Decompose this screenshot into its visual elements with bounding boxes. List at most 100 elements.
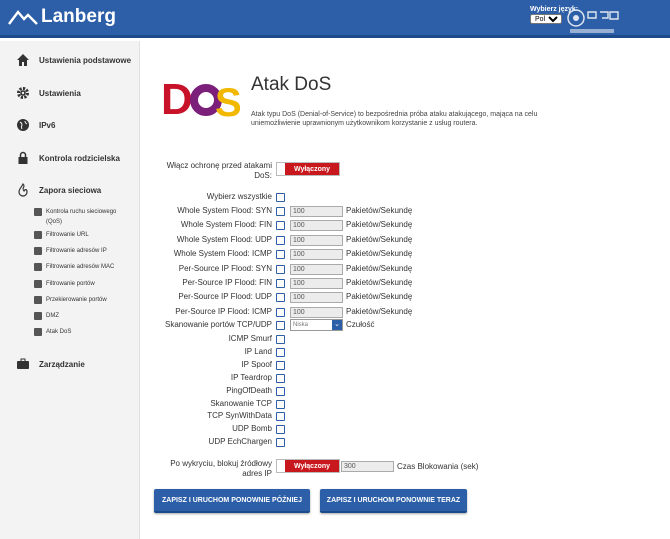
monitor-icon: [34, 247, 42, 255]
server-icon: [34, 312, 42, 320]
flood-checkbox[interactable]: [276, 235, 285, 245]
flood-checkbox[interactable]: [276, 207, 285, 216]
enable-label: Włącz ochronę przed atakami DoS:: [166, 161, 272, 180]
attack-type-checkbox[interactable]: [276, 412, 285, 422]
attack-type-label: ICMP Smurf: [228, 334, 272, 343]
attack-type-label: IP Land: [244, 346, 272, 356]
dos-protection-toggle[interactable]: Wyłączony: [276, 162, 340, 176]
attack-type-checkbox[interactable]: [276, 425, 285, 435]
lock-icon: [15, 150, 31, 166]
sidebar-item-firewall[interactable]: Zapora sieciowa: [15, 182, 101, 198]
attack-type-label: Skanowanie TCP: [210, 398, 272, 408]
flood-label: Whole System Flood: UDP: [176, 234, 272, 244]
brand-logo[interactable]: Lanberg: [8, 6, 116, 28]
page-description: Atak typu DoS (Denial-of-Service) to bez…: [251, 111, 538, 127]
select-all-checkbox[interactable]: [276, 193, 285, 202]
flood-unit-label: Pakietów/Sekundę: [346, 249, 413, 259]
briefcase-icon: [15, 356, 31, 372]
home-icon: [15, 52, 31, 68]
flood-rate-input[interactable]: 100: [290, 234, 343, 246]
svg-text:D: D: [161, 75, 193, 122]
sidebar-subitem-mac-filter[interactable]: Filtrowanie adresów MAC: [34, 262, 114, 272]
sidebar-subitem-label: Przekierowanie portów: [46, 297, 107, 303]
pcpro-watermark-icon: [567, 9, 619, 33]
flood-checkbox[interactable]: [276, 250, 285, 260]
flood-label: Per-Source IP Flood: UDP: [178, 292, 272, 302]
sidebar-subitem-url[interactable]: Filtrowanie URL: [34, 230, 89, 240]
block-ip-label: Po wykryciu, blokuj źródłowy adres IP: [170, 459, 272, 478]
sidebar-subitem-port-forward[interactable]: Przekierowanie portów: [34, 295, 107, 305]
flood-unit-label: Pakietów/Sekundę: [346, 220, 413, 230]
flood-label: Per-Source IP Flood: ICMP: [175, 306, 272, 316]
flood-checkbox[interactable]: [276, 264, 285, 274]
portscan-label: Skanowanie portów TCP/UDP: [164, 320, 272, 329]
traffic-icon: [34, 208, 42, 216]
flood-rate-input[interactable]: 100: [290, 220, 343, 232]
flood-checkbox[interactable]: [276, 221, 285, 231]
flood-label: Per-Source IP Flood: FIN: [182, 278, 272, 287]
sidebar-item-label: Zapora sieciowa: [39, 185, 102, 195]
attack-type-checkbox[interactable]: [276, 373, 285, 383]
attack-type-checkbox[interactable]: [276, 360, 285, 370]
sidebar-item-basic[interactable]: Ustawienia podstawowe: [15, 52, 131, 68]
flood-rate-input[interactable]: 100: [290, 306, 343, 318]
sidebar-subitem-ip-filter[interactable]: Filtrowanie adresów IP: [34, 246, 107, 256]
attack-type-checkbox[interactable]: [276, 386, 285, 396]
block-ip-toggle[interactable]: Wyłączony: [276, 459, 340, 473]
flood-checkbox[interactable]: [276, 279, 285, 288]
save-restart-now-button[interactable]: ZAPISZ I URUCHOM PONOWNIE TERAZ: [320, 489, 467, 513]
sidebar-subitem-dmz[interactable]: DMZ: [34, 311, 59, 321]
sidebar-item-settings[interactable]: Ustawienia: [15, 85, 81, 101]
save-restart-later-button[interactable]: ZAPISZ I URUCHOM PONOWNIE PÓŹNIEJ: [154, 489, 310, 513]
svg-text:S: S: [215, 81, 240, 122]
flood-rate-input[interactable]: 100: [290, 249, 343, 261]
language-select[interactable]: Polski: [530, 14, 562, 24]
sidebar: [0, 41, 140, 539]
sidebar-item-label: Ustawienia: [39, 88, 81, 98]
sensitivity-select[interactable]: Niska ⌄: [290, 319, 343, 331]
sidebar-subitem-dos[interactable]: Atak DoS: [34, 327, 71, 337]
flood-unit-label: Pakietów/Sekundę: [346, 206, 413, 215]
sidebar-subitem-port-filter[interactable]: Filtrowanie portów: [34, 279, 95, 289]
block-time-unit: Czas Blokowania (sek): [397, 462, 479, 471]
flood-rate-input[interactable]: 100: [290, 263, 343, 275]
sidebar-item-management[interactable]: Zarządzanie: [15, 356, 85, 372]
attack-type-checkbox[interactable]: [276, 438, 285, 448]
attack-type-checkbox[interactable]: [276, 399, 285, 409]
sensitivity-value: Niska: [293, 322, 309, 328]
brand-name: Lanberg: [41, 6, 116, 27]
sidebar-subitem-qos[interactable]: Kontrola ruchu sieciowego (QoS): [34, 207, 128, 227]
attack-type-checkbox[interactable]: [276, 347, 285, 357]
forward-icon: [34, 296, 42, 304]
firewall-icon: [15, 182, 31, 198]
sidebar-item-ipv6[interactable]: IPv6: [15, 117, 55, 133]
attack-type-label: UDP Bomb: [232, 424, 272, 434]
sidebar-subitem-label: Filtrowanie URL: [46, 232, 89, 238]
attack-type-checkbox[interactable]: [276, 335, 285, 344]
sensitivity-label: Czułość: [346, 320, 375, 329]
flood-unit-label: Pakietów/Sekundę: [346, 234, 413, 244]
flood-checkbox[interactable]: [276, 293, 285, 303]
portscan-checkbox[interactable]: [276, 321, 285, 330]
block-time-input[interactable]: 300: [341, 461, 394, 472]
flood-label: Per-Source IP Flood: SYN: [178, 263, 272, 273]
sidebar-item-parental[interactable]: Kontrola rodzicielska: [15, 150, 120, 166]
select-all-label: Wybierz wszystkie: [206, 192, 272, 201]
flood-rate-input[interactable]: 100: [290, 278, 343, 289]
attack-type-label: IP Teardrop: [230, 372, 272, 382]
toggle-knob: [277, 163, 285, 175]
globe-icon: [15, 117, 31, 133]
sidebar-item-label: Ustawienia podstawowe: [39, 55, 132, 65]
sidebar-subitem-label: Filtrowanie portów: [46, 281, 95, 287]
flood-unit-label: Pakietów/Sekundę: [346, 306, 413, 316]
sidebar-subitem-label: Atak DoS: [46, 329, 72, 335]
attack-type-label: TCP SynWithData: [207, 411, 272, 421]
flood-rate-input[interactable]: 100: [290, 292, 343, 304]
flood-checkbox[interactable]: [276, 307, 285, 317]
attack-type-label: IP Spoof: [241, 359, 272, 369]
flood-unit-label: Pakietów/Sekundę: [346, 278, 413, 287]
monitor-icon: [34, 263, 42, 271]
flood-rate-input[interactable]: 100: [290, 206, 343, 217]
shield-icon: [34, 328, 42, 336]
flood-label: Whole System Flood: ICMP: [173, 249, 272, 259]
